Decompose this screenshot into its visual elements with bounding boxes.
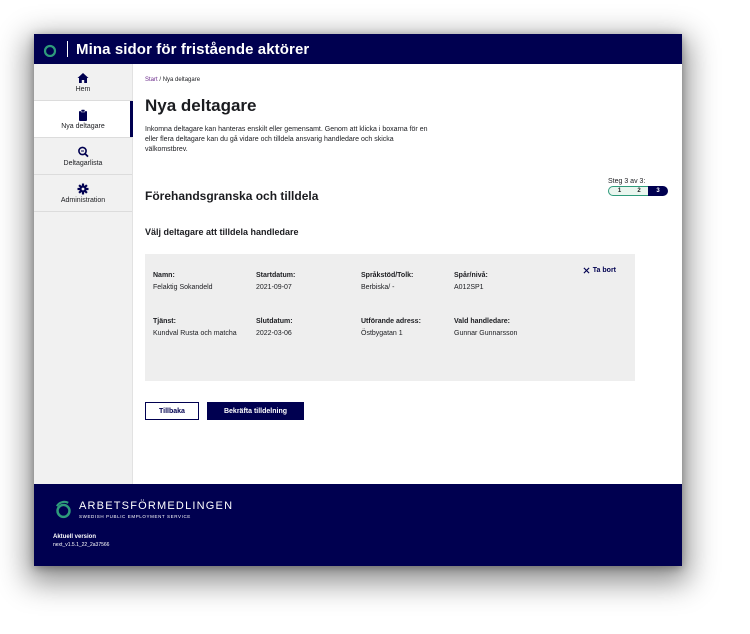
field-label: Slutdatum: [256, 318, 293, 325]
footer-brand: ARBETSFÖRMEDLINGEN [79, 500, 234, 512]
field-label: Vald handledare: [454, 318, 511, 325]
sidebar-item-nya-deltagare[interactable]: Nya deltagare [34, 101, 133, 138]
breadcrumb-current: Nya deltagare [162, 77, 201, 83]
title-divider [67, 41, 68, 57]
field-label: Tjänst: [153, 318, 176, 325]
field-label: Namn: [153, 272, 175, 279]
remove-button[interactable]: Ta bort [583, 267, 616, 274]
stepper: Steg 3 av 3: 1 2 3 [608, 178, 668, 203]
main-content: Start / Nya deltagare Nya deltagare Inko… [133, 64, 682, 484]
arbetsformedlingen-logo-icon [55, 500, 71, 519]
sidebar-item-deltagarlista[interactable]: Deltagarlista [34, 138, 132, 175]
af-logo-icon [43, 44, 57, 57]
field-spar-niva: Spår/nivå: A012SP1 [454, 272, 564, 293]
sidebar-item-label: Administration [60, 196, 106, 204]
step-2: 2 [630, 186, 648, 196]
app-window: Mina sidor för fristående aktörer Hem Ny… [34, 34, 682, 566]
close-icon [583, 267, 590, 274]
field-startdatum: Startdatum: 2021-09-07 [256, 272, 361, 293]
sidebar-item-label: Hem [75, 85, 91, 93]
field-tjanst: Tjänst: Kundval Rusta och matcha [153, 318, 256, 339]
version-value: next_v1.5.1_22_2a37566 [53, 542, 110, 548]
remove-label: Ta bort [592, 267, 616, 274]
version-label: Aktuell version [53, 534, 97, 540]
breadcrumb-link-start[interactable]: Start [145, 77, 158, 83]
field-label: Utförande adress: [361, 318, 421, 325]
field-value: Berbiska/ - [361, 284, 395, 291]
field-label: Språkstöd/Tolk: [361, 272, 414, 279]
field-value: 2022-03-06 [256, 330, 292, 337]
field-label: Spår/nivå: [454, 272, 488, 279]
section-title: Förehandsgranska och tilldela [145, 189, 319, 203]
gear-icon [77, 183, 89, 194]
field-value: Gunnar Gunnarsson [454, 330, 518, 337]
field-value: A012SP1 [454, 284, 484, 291]
field-namn: Namn: Felaktig Sokandeld [153, 272, 256, 293]
participant-card: Ta bort Namn: Felaktig Sokandeld Startda… [145, 254, 635, 381]
step-3-current: 3 [648, 186, 668, 196]
sidebar-item-label: Deltagarlista [63, 159, 103, 167]
field-utforande-adress: Utförande adress: Östbygatan 1 [361, 318, 454, 339]
intro-text: Inkomna deltagare kan hanteras enskilt e… [145, 126, 428, 153]
page-title: Nya deltagare [145, 96, 257, 115]
footer-brand-sub: SWEDISH PUBLIC EMPLOYMENT SERVICE [79, 514, 191, 519]
home-icon [77, 72, 89, 83]
field-value: 2021-09-07 [256, 284, 292, 291]
step-indicator-text: Steg 3 av 3: [608, 178, 646, 185]
sidebar-item-hem[interactable]: Hem [34, 64, 132, 101]
top-bar: Mina sidor för fristående aktörer [34, 34, 682, 64]
search-list-icon [78, 146, 89, 157]
field-label: Startdatum: [256, 272, 296, 279]
sidebar: Hem Nya deltagare Deltagarlista Administ… [34, 64, 133, 484]
field-value: Kundval Rusta och matcha [153, 330, 237, 337]
footer: ARBETSFÖRMEDLINGEN SWEDISH PUBLIC EMPLOY… [34, 484, 682, 566]
sub-title: Välj deltagare att tilldela handledare [145, 227, 299, 237]
confirm-assignment-button[interactable]: Bekräfta tilldelning [207, 402, 304, 420]
clipboard-icon [79, 108, 87, 121]
step-1: 1 [608, 186, 630, 196]
field-sprakstod: Språkstöd/Tolk: Berbiska/ - [361, 272, 454, 293]
field-value: Östbygatan 1 [361, 330, 403, 337]
sidebar-item-label: Nya deltagare [61, 122, 105, 130]
field-value: Felaktig Sokandeld [153, 284, 213, 291]
back-button[interactable]: Tillbaka [145, 402, 199, 420]
app-title: Mina sidor för fristående aktörer [76, 40, 310, 58]
field-slutdatum: Slutdatum: 2022-03-06 [256, 318, 361, 339]
field-vald-handledare: Vald handledare: Gunnar Gunnarsson [454, 318, 564, 339]
breadcrumb-separator: / [159, 77, 162, 83]
breadcrumb: Start / Nya deltagare [145, 77, 668, 83]
sidebar-item-administration[interactable]: Administration [34, 175, 132, 212]
